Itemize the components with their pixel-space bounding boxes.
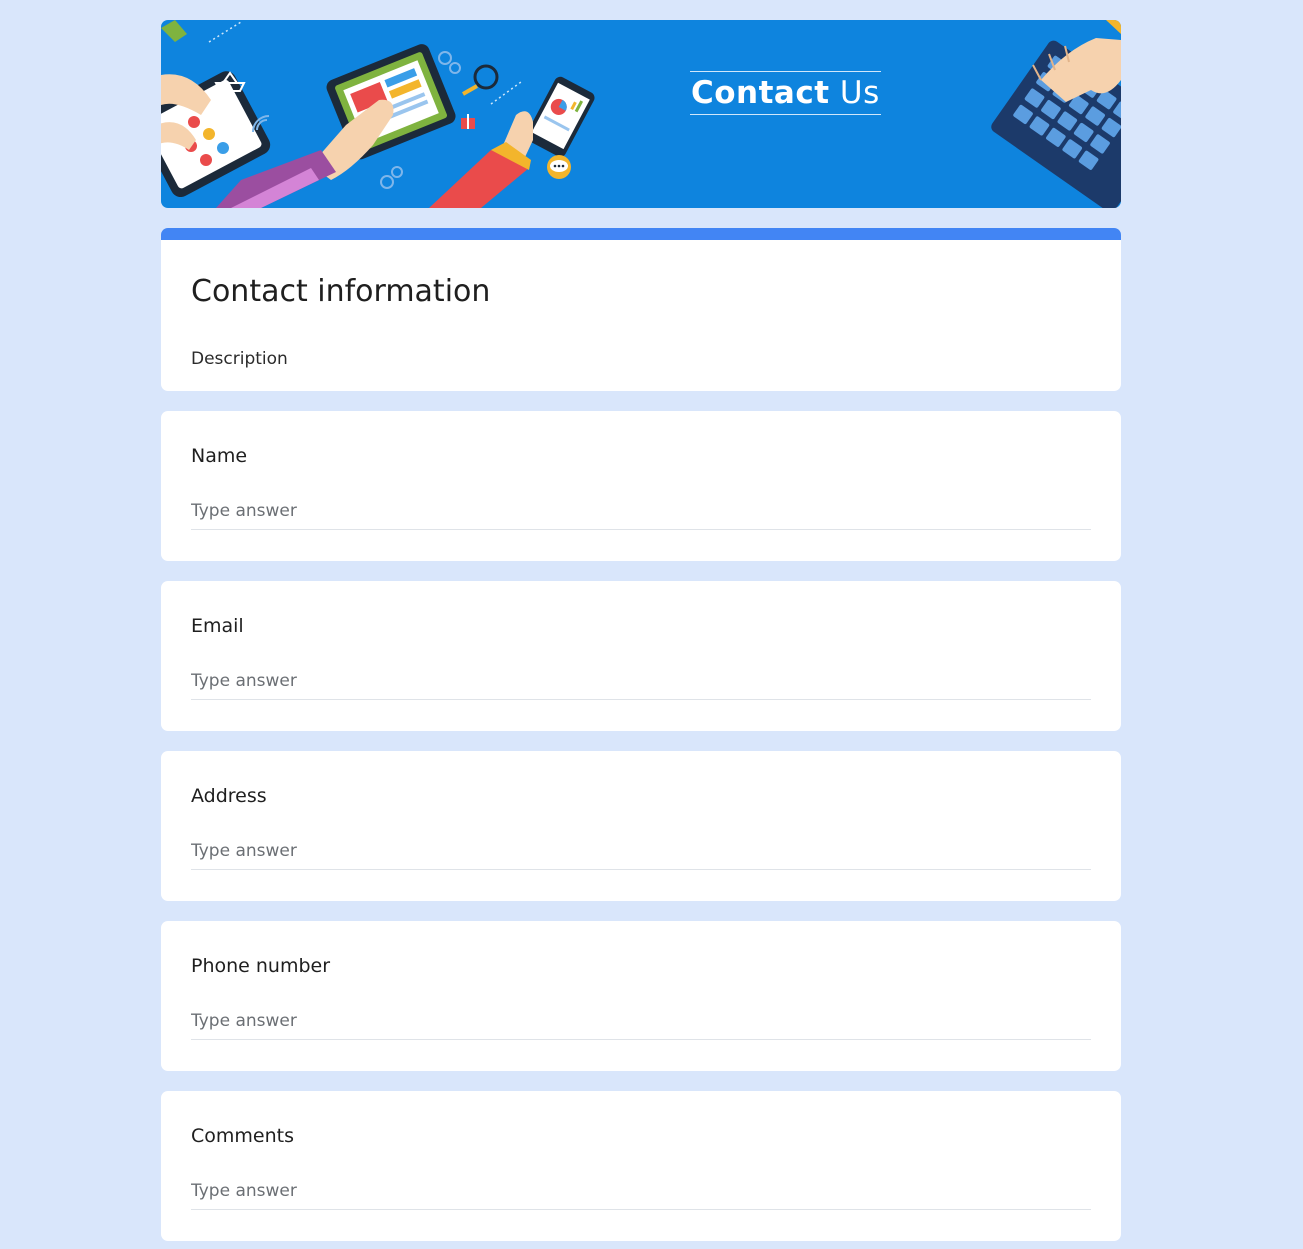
address-input[interactable] xyxy=(191,833,1091,870)
name-input[interactable] xyxy=(191,493,1091,530)
form-title: Contact information xyxy=(191,274,491,309)
question-label: Comments xyxy=(191,1125,294,1147)
banner-illustration xyxy=(161,20,1121,208)
comments-input[interactable] xyxy=(191,1173,1091,1210)
question-label: Name xyxy=(191,445,248,467)
question-label: Email xyxy=(191,615,244,637)
magnifier-icon xyxy=(462,64,499,96)
form-description: Description xyxy=(191,349,288,369)
tag-icon xyxy=(161,20,187,42)
phone-illustration-right xyxy=(526,76,595,157)
banner-title-light: Us xyxy=(839,75,880,111)
banner: Contact Us xyxy=(161,20,1121,208)
banner-title-bold: Contact xyxy=(691,75,830,111)
question-card-phone: Phone number xyxy=(161,921,1121,1071)
question-card-email: Email xyxy=(161,581,1121,731)
question-card-address: Address xyxy=(161,751,1121,901)
question-card-name: Name xyxy=(161,411,1121,561)
question-card-comments: Comments xyxy=(161,1091,1121,1241)
banner-title: Contact Us xyxy=(690,71,881,115)
gift-icon xyxy=(461,114,475,129)
question-label: Phone number xyxy=(191,955,331,977)
form-header-card: Contact information Description xyxy=(161,228,1121,391)
chat-bubble-icon xyxy=(547,155,571,179)
phone-number-input[interactable] xyxy=(191,1003,1091,1040)
question-label: Address xyxy=(191,785,267,807)
email-input[interactable] xyxy=(191,663,1091,700)
